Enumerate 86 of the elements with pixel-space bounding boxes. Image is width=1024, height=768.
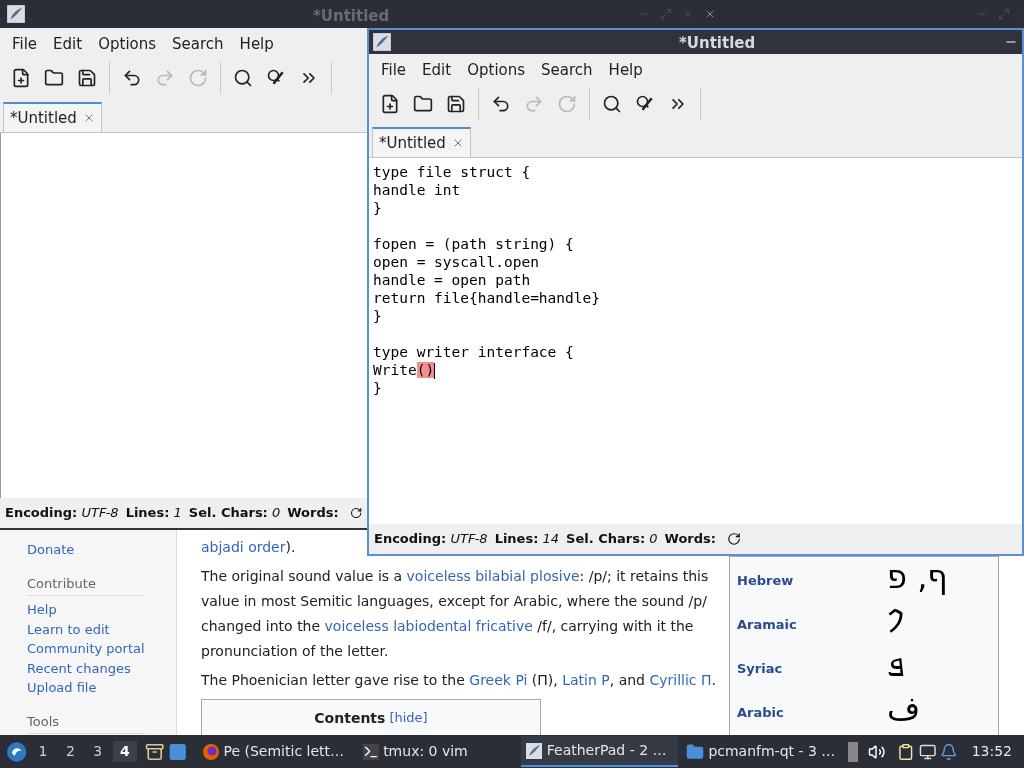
window-title: *Untitled [679, 33, 756, 54]
menu-item[interactable]: Options [459, 58, 534, 82]
clock[interactable]: 13:52 [971, 741, 1012, 762]
taskbar-button[interactable]: FeatherPad - 2 … [520, 736, 679, 767]
sidebar-heading: Tools [27, 711, 145, 734]
sidebar-link[interactable]: Help [27, 600, 176, 620]
language-label[interactable]: Aramaic [737, 601, 887, 635]
menu-item[interactable]: Help [231, 32, 282, 56]
code-line: } [373, 199, 382, 217]
sidebar-link[interactable]: Community portal [27, 639, 176, 659]
workspace-button[interactable]: 3 [86, 741, 110, 762]
sidebar-link[interactable]: Recent changes [27, 658, 176, 678]
menu-item[interactable]: Search [164, 32, 232, 56]
terminal-icon [363, 743, 380, 760]
menu-item[interactable]: Edit [45, 32, 91, 56]
start-menu-icon[interactable] [6, 740, 28, 763]
network-icon[interactable] [918, 742, 937, 761]
taskbar-button[interactable]: Pe (Semitic lett… [197, 736, 356, 767]
status-field: Lines: 14 [494, 529, 560, 549]
file-cabinet-icon[interactable] [144, 741, 165, 762]
workspace-button[interactable]: 1 [31, 741, 55, 762]
article-link[interactable]: abjadi order [201, 539, 286, 555]
menu-item[interactable]: Help [600, 58, 651, 82]
sidebar-link[interactable]: Learn to edit [27, 619, 176, 639]
letter-glyph: ف [887, 689, 921, 729]
article-link[interactable]: Latin P [562, 672, 610, 688]
article-link[interactable]: Greek Pi [469, 672, 528, 688]
letter-glyph: ܦ [887, 645, 905, 685]
article-link[interactable]: Cyrillic П [649, 672, 712, 688]
code-line: open = syscall.open [373, 253, 539, 271]
text-editor[interactable]: type file struct { handle int } fopen = (path string) { open = syscall.open handle = open path return file{handle=handle} } type writer interface { Write() } [369, 158, 1022, 524]
scroll-indicator[interactable] [848, 741, 858, 762]
code-line: Write() [373, 361, 436, 379]
menu-item[interactable]: File [373, 58, 415, 82]
document-tab[interactable]: *Untitled [372, 127, 471, 157]
sidebar-link[interactable]: Upload file [27, 678, 176, 698]
app-icon [372, 32, 392, 52]
article-link[interactable]: voiceless bilabial plosive [406, 568, 580, 584]
window-title: *Untitled [313, 6, 390, 27]
status-field: Encoding: UTF-8 [374, 529, 488, 549]
document-tab[interactable]: *Untitled [3, 102, 102, 132]
folder-icon [686, 742, 705, 761]
code-line: handle = open path [373, 271, 531, 289]
article-link[interactable]: voiceless labiodental fricative [324, 618, 533, 634]
status-field: Words: [287, 503, 339, 523]
menu-item[interactable]: Options [90, 32, 165, 56]
code-line: handle int [373, 181, 461, 199]
workspace-button[interactable]: 2 [58, 741, 82, 762]
code-line: type writer interface { [373, 343, 574, 361]
browser-icon [201, 742, 220, 761]
volume-icon[interactable] [867, 742, 886, 761]
status-field: Sel. Chars: 0 [188, 503, 281, 523]
status-field: Encoding: UTF-8 [5, 503, 119, 523]
sidebar-heading: Contribute [27, 573, 145, 596]
article-paragraph: The Phoenician letter gave rise to the Greek Pi (Π), Latin P, and Cyrillic П. [201, 671, 717, 690]
notification-icon[interactable] [940, 742, 958, 761]
letter-glyph: ף, פ [887, 557, 948, 597]
refresh-icon[interactable] [349, 506, 362, 520]
code-line: fopen = (path string) { [373, 235, 574, 253]
status-field: Lines: 1 [125, 503, 182, 523]
language-label[interactable]: Hebrew [737, 557, 887, 591]
menu-item[interactable]: Search [533, 58, 601, 82]
code-line: return file{handle=handle} [373, 289, 600, 307]
close-icon[interactable] [704, 8, 716, 20]
article-paragraph: The original sound value is a voiceless bilabial plosive: /p/; it retains this value in most Semitic languages, except for Arabic, where the sound /p/ changed into the voiceless labiodental fricative /f/, carrying with it the pronunciation of the letter. [201, 567, 710, 661]
taskbar-button[interactable]: tmux: 0 vim [359, 736, 517, 767]
contents-title: Contents [314, 709, 386, 728]
letter-glyph: 𐡐 [887, 601, 905, 641]
feather-icon [524, 741, 543, 760]
clipboard-icon[interactable] [897, 742, 915, 761]
taskbar-button[interactable]: pcmanfm-qt - 3 … [682, 736, 840, 767]
hide-link[interactable]: [hide] [389, 708, 428, 738]
code-line: } [373, 307, 382, 325]
workspace-button[interactable]: 4 [113, 741, 137, 762]
sidebar-link[interactable]: Donate [27, 540, 176, 560]
code-line: type file struct { [373, 163, 531, 181]
language-label[interactable]: Syriac [737, 645, 887, 679]
language-label[interactable]: Arabic [737, 689, 887, 723]
refresh-icon[interactable] [726, 532, 741, 546]
app-icon [6, 4, 26, 24]
status-field: Words: [664, 529, 716, 549]
code-line: } [373, 379, 382, 397]
desktop-icon[interactable] [168, 741, 188, 762]
menu-item[interactable]: Edit [414, 58, 460, 82]
status-field: Sel. Chars: 0 [566, 529, 658, 549]
menu-item[interactable]: File [4, 32, 46, 56]
